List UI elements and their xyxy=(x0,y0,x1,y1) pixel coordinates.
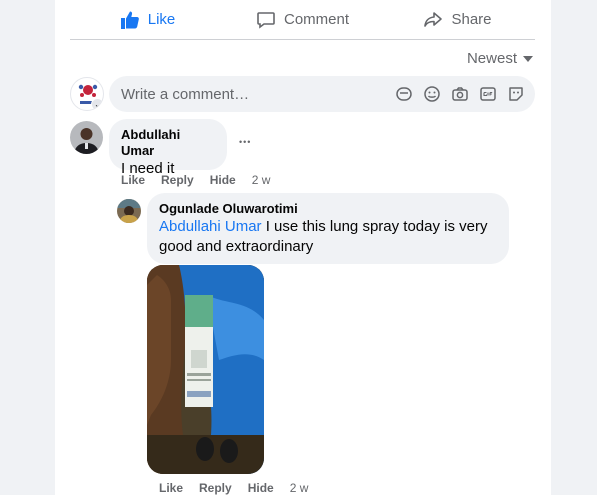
reply-hide-link[interactable]: Hide xyxy=(248,481,274,495)
thumbs-up-icon xyxy=(120,11,139,29)
gif-icon[interactable] xyxy=(479,85,497,103)
post-card: Like Comment Share Newest ⌄ Write a comm… xyxy=(55,0,551,495)
sticker-icon[interactable] xyxy=(395,85,413,103)
current-user-avatar[interactable]: ⌄ xyxy=(70,77,104,111)
comment-label: Comment xyxy=(283,11,350,28)
comment-button[interactable]: Comment xyxy=(225,0,380,39)
comment-author[interactable]: Abdullahi Umar xyxy=(121,127,215,159)
comment-input[interactable]: Write a comment… xyxy=(121,86,395,103)
more-options-icon[interactable]: ••• xyxy=(239,137,251,147)
like-label: Like xyxy=(147,11,176,28)
caret-down-icon xyxy=(523,55,533,62)
reply-timestamp[interactable]: 2 w xyxy=(290,481,309,495)
comment-bubble: Abdullahi Umar I need it xyxy=(109,119,227,177)
reply-bubble: Ogunlade Oluwarotimi Abdullahi Umar I us… xyxy=(147,193,509,264)
chevron-down-icon[interactable]: ⌄ xyxy=(91,98,103,110)
sort-label: Newest xyxy=(466,50,517,67)
reply-text-block: Abdullahi Umar I use this lung spray tod… xyxy=(159,217,497,257)
reply-attachment-photo[interactable] xyxy=(147,265,264,474)
reply-mention[interactable]: Abdullahi Umar xyxy=(159,218,262,235)
reply-actions: Like Reply Hide 2 w xyxy=(159,481,308,495)
emoji-icon[interactable] xyxy=(423,85,441,103)
like-button[interactable]: Like xyxy=(70,0,225,39)
commenter-avatar[interactable] xyxy=(70,121,103,154)
comment-hide-link[interactable]: Hide xyxy=(210,173,236,187)
avatar-sticker-icon[interactable] xyxy=(507,85,525,103)
comment-icon xyxy=(257,11,275,29)
comment-reply-link[interactable]: Reply xyxy=(161,173,194,187)
comment-actions: Like Reply Hide 2 w xyxy=(121,173,270,187)
share-label: Share xyxy=(451,11,492,28)
share-button[interactable]: Share xyxy=(380,0,535,39)
comment-like-link[interactable]: Like xyxy=(121,173,145,187)
comment-sort-dropdown[interactable]: Newest xyxy=(467,50,533,67)
camera-icon[interactable] xyxy=(451,85,469,103)
reply-reply-link[interactable]: Reply xyxy=(199,481,232,495)
composer-icons xyxy=(395,85,525,103)
comment-timestamp[interactable]: 2 w xyxy=(252,173,271,187)
reply-avatar[interactable] xyxy=(117,199,141,223)
post-action-bar: Like Comment Share xyxy=(70,0,535,40)
comment-composer[interactable]: Write a comment… xyxy=(109,76,535,112)
reply-like-link[interactable]: Like xyxy=(159,481,183,495)
reply-author[interactable]: Ogunlade Oluwarotimi xyxy=(159,201,497,217)
share-icon xyxy=(424,11,443,27)
